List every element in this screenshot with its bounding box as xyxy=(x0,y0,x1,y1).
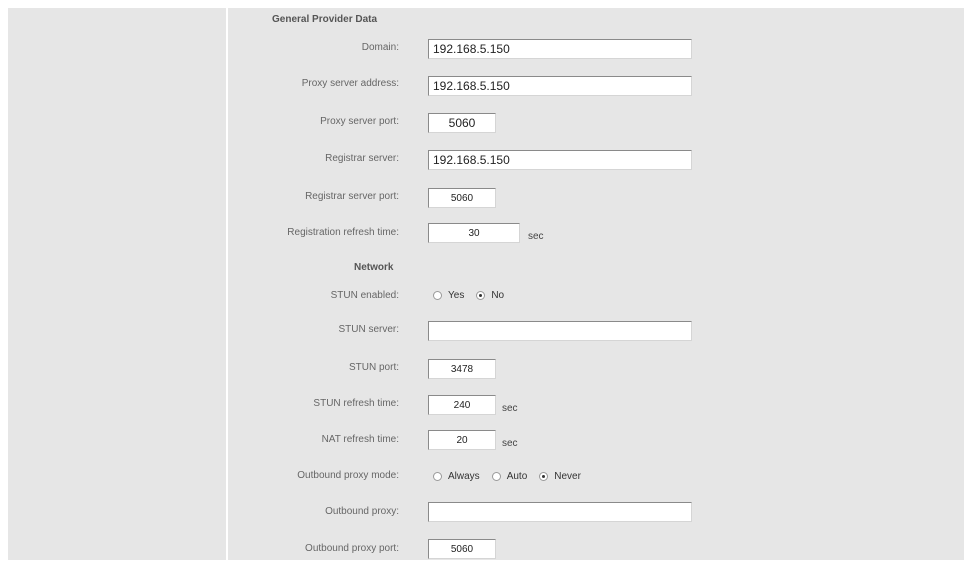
stun-refresh-time-label: STUN refresh time: xyxy=(313,398,399,409)
registrar-server-input[interactable] xyxy=(428,150,692,170)
stun-enabled-yes-option[interactable]: Yes xyxy=(433,290,464,301)
proxy-server-address-input[interactable] xyxy=(428,76,692,96)
outbound-mode-always-option[interactable]: Always xyxy=(433,471,480,482)
stun-enabled-label: STUN enabled: xyxy=(330,290,399,301)
stun-enabled-radio-group: Yes No xyxy=(433,290,516,301)
stun-enabled-yes-radio[interactable] xyxy=(433,291,442,300)
stun-enabled-no-label: No xyxy=(491,290,505,301)
outbound-mode-never-radio[interactable] xyxy=(539,472,549,481)
proxy-server-port-input[interactable] xyxy=(428,113,496,133)
registration-refresh-time-input[interactable] xyxy=(428,223,520,243)
stun-refresh-unit: sec xyxy=(502,403,518,414)
stun-enabled-no-radio[interactable] xyxy=(476,291,486,300)
stun-server-input[interactable] xyxy=(428,321,692,341)
outbound-proxy-mode-radio-group: Always Auto Never xyxy=(433,471,593,482)
outbound-mode-auto-radio[interactable] xyxy=(491,472,501,481)
outbound-mode-never-label: Never xyxy=(554,471,581,482)
outbound-proxy-label: Outbound proxy: xyxy=(325,506,399,517)
nat-refresh-time-label: NAT refresh time: xyxy=(321,434,399,445)
stun-enabled-yes-label: Yes xyxy=(448,290,465,301)
outbound-proxy-port-label: Outbound proxy port: xyxy=(305,543,399,554)
section-heading-network: Network xyxy=(354,262,394,273)
registration-refresh-time-label: Registration refresh time: xyxy=(287,227,399,238)
outbound-mode-never-option[interactable]: Never xyxy=(539,471,581,482)
stun-enabled-no-option[interactable]: No xyxy=(476,290,504,301)
outbound-proxy-mode-label: Outbound proxy mode: xyxy=(297,470,399,481)
registrar-server-label: Registrar server: xyxy=(325,153,399,164)
nat-refresh-time-input[interactable] xyxy=(428,430,496,450)
proxy-server-address-label: Proxy server address: xyxy=(301,78,399,89)
outbound-mode-auto-option[interactable]: Auto xyxy=(491,471,528,482)
registration-refresh-unit: sec xyxy=(528,231,544,242)
left-navigation-panel xyxy=(8,8,226,560)
provider-settings-form: General Provider Data Domain: Proxy serv… xyxy=(228,8,964,560)
section-heading-general: General Provider Data xyxy=(272,14,378,25)
outbound-proxy-port-input[interactable] xyxy=(428,539,496,559)
outbound-mode-auto-label: Auto xyxy=(506,471,528,482)
registrar-server-port-input[interactable] xyxy=(428,188,496,208)
stun-port-input[interactable] xyxy=(428,359,496,379)
domain-label: Domain: xyxy=(361,42,399,53)
registrar-server-port-label: Registrar server port: xyxy=(305,191,399,202)
domain-input[interactable] xyxy=(428,39,692,59)
stun-server-label: STUN server: xyxy=(338,324,399,335)
stun-port-label: STUN port: xyxy=(348,362,399,373)
proxy-server-port-label: Proxy server port: xyxy=(320,116,399,127)
outbound-proxy-input[interactable] xyxy=(428,502,692,522)
nat-refresh-unit: sec xyxy=(502,438,518,449)
outbound-mode-always-radio[interactable] xyxy=(433,472,442,481)
stun-refresh-time-input[interactable] xyxy=(428,395,496,415)
outbound-mode-always-label: Always xyxy=(448,471,480,482)
